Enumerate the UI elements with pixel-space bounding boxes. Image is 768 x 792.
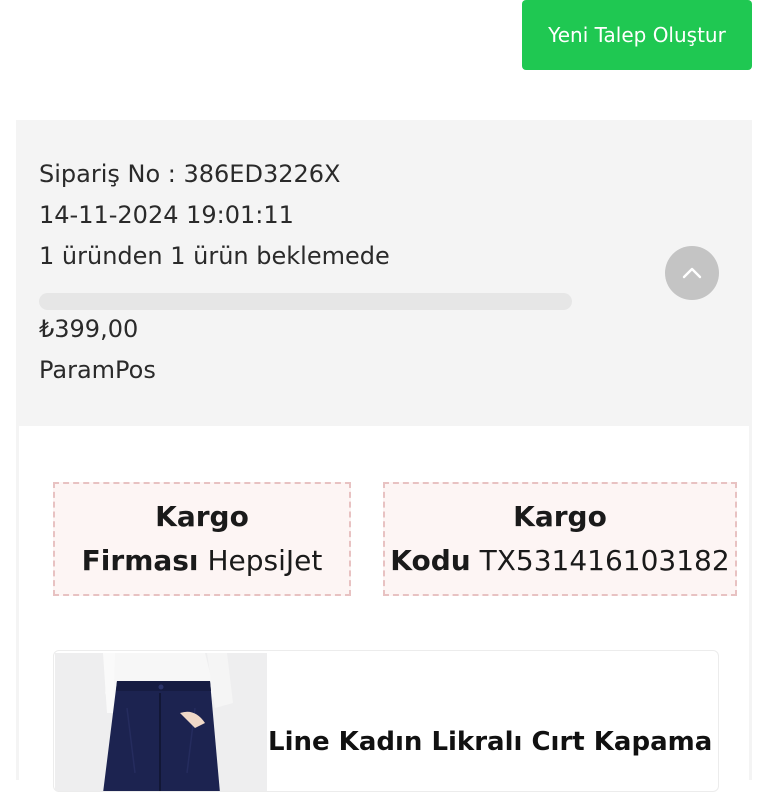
order-details-panel: Kargo Firması HepsiJet Kargo Kodu TX5314…: [19, 426, 749, 792]
cargo-firm-value: HepsiJet: [207, 544, 323, 577]
order-number: Sipariş No : 386ED3226X: [39, 160, 341, 188]
cargo-firm-box: Kargo Firması HepsiJet: [53, 482, 351, 596]
order-date: 14-11-2024 19:01:11: [39, 201, 294, 229]
order-amount-block: ₺399,00 ParamPos: [39, 309, 156, 391]
cargo-code-value[interactable]: TX531416103182: [480, 544, 730, 577]
product-name[interactable]: Line Kadın Likralı Cırt Kapama: [268, 727, 712, 757]
new-request-button[interactable]: Yeni Talep Oluştur: [522, 0, 752, 70]
cargo-code-label: Kargo: [513, 500, 607, 533]
order-card: Sipariş No : 386ED3226X 14-11-2024 19:01…: [16, 120, 752, 792]
cargo-firm-label: Kargo: [155, 500, 249, 533]
order-amount: ₺399,00: [39, 315, 139, 343]
order-progress-bar: [39, 293, 572, 310]
cargo-firm-row: Firması HepsiJet: [82, 539, 323, 583]
order-info: Sipariş No : 386ED3226X 14-11-2024 19:01…: [39, 154, 390, 277]
collapse-button[interactable]: [665, 246, 719, 300]
cargo-code-box: Kargo Kodu TX531416103182: [383, 482, 737, 596]
cargo-firm-label-2: Firması: [81, 544, 199, 577]
cargo-code-label-2: Kodu: [390, 544, 471, 577]
product-image[interactable]: [55, 653, 267, 791]
order-status: 1 üründen 1 ürün beklemede: [39, 242, 390, 270]
product-photo: [55, 653, 267, 791]
chevron-up-icon: [682, 267, 702, 279]
payment-method: ParamPos: [39, 356, 156, 384]
cargo-code-row: Kodu TX531416103182: [390, 539, 729, 583]
product-card[interactable]: Line Kadın Likralı Cırt Kapama: [53, 650, 719, 792]
